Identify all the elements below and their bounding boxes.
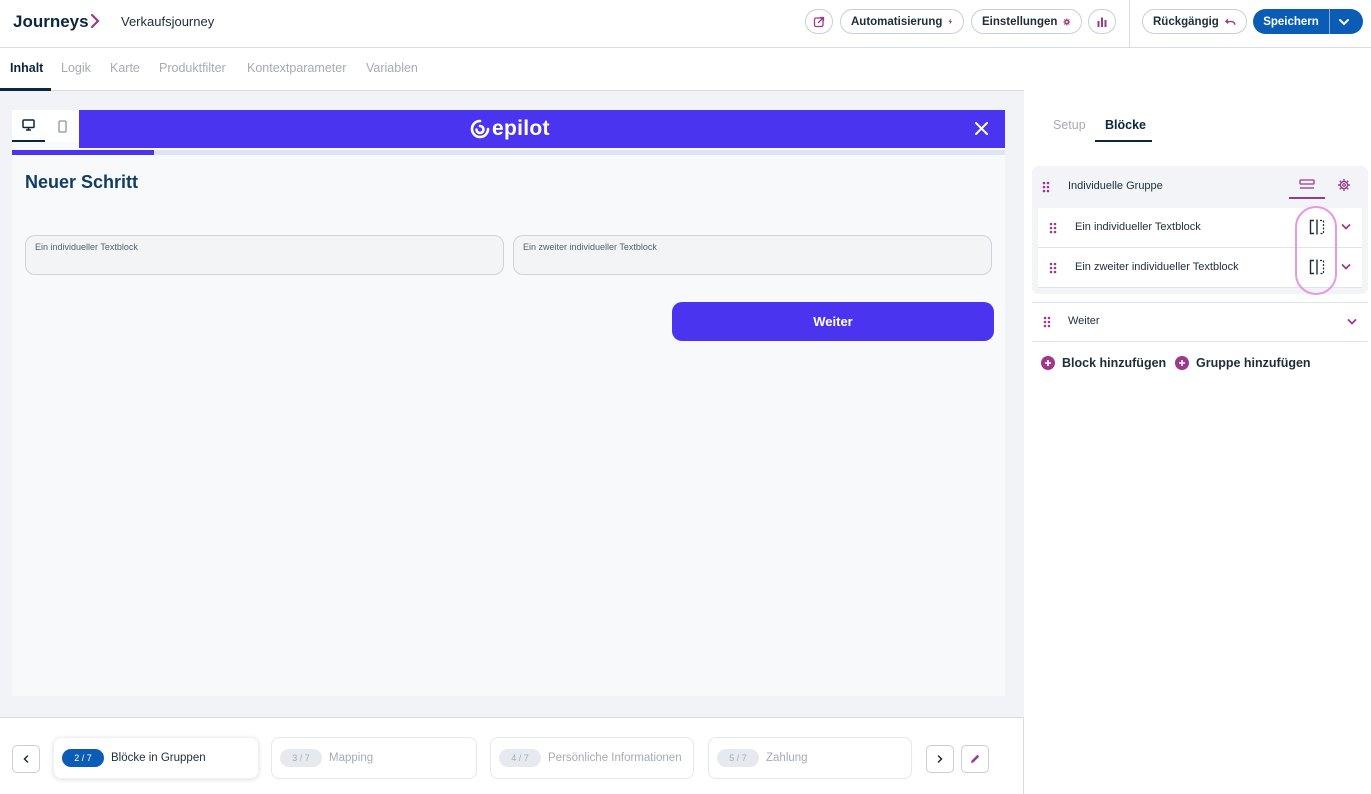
second-custom-textblock-field[interactable]: Ein zweiter individueller Textblock	[513, 235, 992, 275]
drag-handle-icon[interactable]	[1042, 181, 1050, 193]
step-number-badge: 2 / 7	[62, 749, 104, 767]
add-group-button[interactable]: Gruppe hinzufügen	[1175, 356, 1311, 370]
drag-handle-icon[interactable]	[1043, 316, 1051, 328]
block-row-weiter[interactable]: Weiter	[1032, 302, 1368, 342]
open-external-button[interactable]	[805, 9, 833, 34]
logo-text: epilot	[492, 117, 550, 140]
pencil-icon	[971, 754, 980, 763]
close-icon[interactable]	[973, 120, 990, 137]
step-title: Neuer Schritt	[25, 172, 139, 192]
tab-produktfilter[interactable]: Produktfilter	[159, 61, 226, 75]
field-label: Ein zweiter individueller Textblock	[523, 242, 657, 252]
add-block-label: Block hinzufügen	[1062, 356, 1167, 370]
progress-fill	[12, 150, 154, 155]
block-label: Ein individueller Textblock	[1075, 221, 1201, 233]
previous-step-button[interactable]	[12, 745, 40, 773]
device-toggle	[12, 110, 79, 142]
undo-label: Rückgängig	[1153, 15, 1219, 28]
next-button[interactable]: Weiter	[672, 302, 994, 341]
step-label: Persönliche Informationen	[548, 752, 682, 764]
step-label: Blöcke in Gruppen	[111, 752, 206, 764]
chevron-left-icon	[23, 755, 29, 763]
desktop-icon	[22, 119, 35, 131]
highlight-annotation	[1295, 206, 1337, 295]
chevron-right-icon	[90, 13, 100, 29]
top-header: Journeys Verkaufsjourney Automatisierung…	[0, 0, 1371, 48]
step-card[interactable]: 5 / 7 Zahlung	[708, 737, 912, 779]
automation-label: Automatisierung	[851, 15, 943, 28]
journey-name[interactable]: Verkaufsjourney	[121, 14, 214, 29]
add-block-button[interactable]: Block hinzufügen	[1041, 356, 1166, 370]
step-number-badge: 5 / 7	[717, 749, 759, 767]
epilot-logo: epilot	[470, 117, 550, 141]
drag-handle-icon[interactable]	[1049, 262, 1057, 274]
step-label: Mapping	[329, 752, 374, 764]
chevron-down-icon[interactable]	[1346, 316, 1358, 328]
tab-variablen[interactable]: Variablen	[366, 61, 418, 75]
content-tabs: Inhalt Logik Karte Produktfilter Kontext…	[0, 48, 1024, 91]
tab-inhalt[interactable]: Inhalt	[10, 61, 43, 75]
undo-button[interactable]: Rückgängig	[1142, 9, 1247, 34]
chevron-down-icon[interactable]	[1340, 221, 1352, 233]
save-button[interactable]: Speichern	[1253, 9, 1363, 34]
block-label: Ein zweiter individueller Textblock	[1075, 261, 1239, 273]
chevron-down-icon[interactable]	[1340, 261, 1352, 273]
step-label: Zahlung	[766, 752, 808, 764]
gear-icon	[1063, 18, 1071, 25]
plus-icon	[1041, 356, 1055, 370]
tab-kontextparameter[interactable]: Kontextparameter	[247, 61, 346, 75]
group-label: Individuelle Gruppe	[1068, 180, 1163, 192]
step-card[interactable]: 4 / 7 Persönliche Informationen	[490, 737, 694, 779]
header-divider	[1129, 0, 1130, 48]
step-card[interactable]: 3 / 7 Mapping	[271, 737, 477, 779]
lightning-icon	[948, 18, 953, 25]
group-layout-button[interactable]	[1289, 173, 1325, 199]
epilot-logo-mark	[470, 119, 490, 139]
gear-icon[interactable]	[1337, 178, 1351, 192]
step-number-badge: 4 / 7	[499, 749, 541, 767]
tab-setup[interactable]: Setup	[1053, 118, 1086, 132]
undo-icon	[1224, 18, 1236, 25]
analytics-button[interactable]	[1088, 9, 1116, 34]
tab-logik[interactable]: Logik	[61, 61, 91, 75]
journey-preview	[12, 110, 1005, 696]
rows-icon	[1299, 179, 1315, 189]
block-label: Weiter	[1068, 315, 1100, 327]
tab-karte[interactable]: Karte	[110, 61, 140, 75]
settings-button[interactable]: Einstellungen	[971, 9, 1082, 34]
tab-blocks[interactable]: Blöcke	[1105, 118, 1146, 132]
progress-bar	[12, 150, 1005, 155]
next-step-button[interactable]	[926, 745, 954, 773]
mobile-view-button[interactable]	[46, 110, 79, 142]
add-group-label: Gruppe hinzufügen	[1196, 356, 1311, 370]
save-label: Speichern	[1263, 15, 1319, 28]
edit-steps-button[interactable]	[961, 745, 989, 773]
desktop-view-button[interactable]	[12, 110, 45, 142]
automation-button[interactable]: Automatisierung	[840, 9, 964, 34]
bar-chart-icon	[1097, 17, 1107, 27]
chevron-right-icon	[937, 755, 943, 763]
settings-label: Einstellungen	[982, 15, 1058, 28]
brand-title[interactable]: Journeys	[13, 12, 89, 32]
step-number-badge: 3 / 7	[280, 749, 322, 767]
step-card[interactable]: 2 / 7 Blöcke in Gruppen	[53, 737, 259, 779]
plus-icon	[1175, 356, 1189, 370]
save-split-divider	[1329, 9, 1330, 34]
mobile-icon	[58, 119, 67, 133]
external-link-icon	[813, 16, 825, 27]
custom-textblock-field[interactable]: Ein individueller Textblock	[25, 235, 504, 275]
chevron-down-icon[interactable]	[1337, 15, 1351, 29]
active-side-tab-indicator	[1095, 140, 1152, 142]
field-label: Ein individueller Textblock	[35, 242, 138, 252]
drag-handle-icon[interactable]	[1049, 222, 1057, 234]
